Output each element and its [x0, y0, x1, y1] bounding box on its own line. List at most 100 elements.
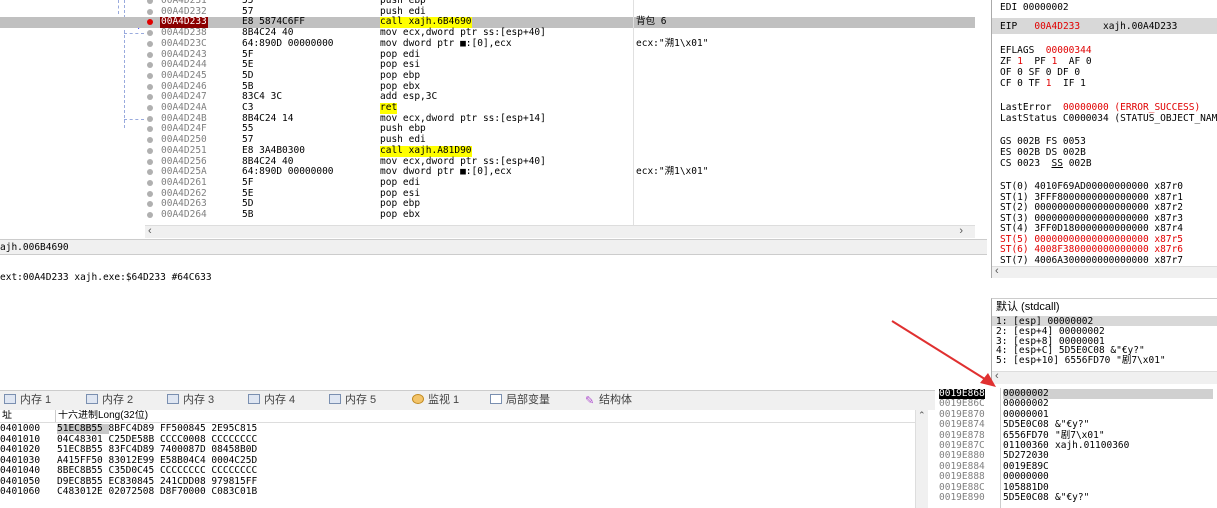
registers-panel[interactable]: EDI 00000002 EIP 00A4D233 xajh.00A4D233 …	[991, 0, 1217, 278]
breakpoint-dot-icon[interactable]	[147, 190, 153, 197]
reg-laststatus[interactable]: LastStatus C0000034 (STATUS_OBJECT_NAME_…	[1000, 113, 1217, 124]
dump-hex[interactable]: A415FF50 83012E99 E58B04C4 0004C25D	[57, 455, 257, 466]
breakpoint-dot-icon[interactable]	[147, 115, 153, 122]
dump-address[interactable]: 0401040	[0, 466, 40, 476]
breakpoint-dot-icon[interactable]	[147, 62, 153, 69]
dump-hex[interactable]: D9EC8B55 EC830845 241CDD08 979815FF	[57, 476, 257, 487]
reg-seg-row2[interactable]: ES 002B DS 002B	[1000, 147, 1086, 158]
reg-flags-row3[interactable]: CF 0 TF 1 IF 1	[1000, 78, 1086, 89]
breakpoint-dot-icon[interactable]	[147, 83, 153, 90]
breakpoint-dot-icon[interactable]	[147, 105, 153, 111]
disasm-row[interactable]: 00A4D244 5E pop esi	[0, 59, 975, 71]
breakpoint-dot-icon[interactable]	[147, 8, 153, 15]
dump-address[interactable]: 0401030	[0, 455, 40, 466]
stack-address[interactable]: 0019E890	[939, 493, 985, 503]
dump-address[interactable]: 0401060	[0, 487, 40, 497]
dump-hex[interactable]: C483012E 02072508 D8F70000 C083C01B	[57, 487, 257, 497]
breakpoint-dot-icon[interactable]	[147, 147, 153, 154]
args-hscrollbar[interactable]: ‹	[992, 370, 1217, 384]
tab-memory-2[interactable]: 内存 2	[86, 393, 133, 408]
tab-memory-5[interactable]: 内存 5	[329, 393, 376, 408]
dump-hex[interactable]: 04C48301 C25DE58B CCCC0008 CCCCCCCC	[57, 434, 257, 445]
dump-hex[interactable]: 51EC8B55 83FC4D89 7400087D 08458B0D	[57, 445, 257, 455]
disasm-hscrollbar[interactable]: ‹ ›	[145, 225, 975, 238]
breakpoint-dot-icon[interactable]	[147, 72, 153, 79]
breakpoint-dot-icon[interactable]	[147, 179, 153, 186]
disasm-row[interactable]: 00A4D250 57 push edi	[0, 134, 975, 146]
disasm-row[interactable]: 00A4D232 57 push edi	[0, 6, 975, 18]
breakpoint-dot-icon[interactable]	[147, 51, 153, 58]
fpu-register[interactable]: ST(4) 3FF0D180000000000000 x87r4	[1000, 223, 1183, 234]
reg-lasterror[interactable]: LastError 00000000 (ERROR_SUCCESS)	[1000, 102, 1200, 113]
tab-memory-4[interactable]: 内存 4	[248, 393, 295, 408]
disasm-row[interactable]: 00A4D24F 55 push ebp	[0, 124, 975, 135]
dump-address[interactable]: 0401020	[0, 445, 40, 455]
dump-address[interactable]: 0401010	[0, 434, 40, 445]
disasm-row[interactable]: 00A4D24B 8B4C24 14 mov ecx,dword ptr ss:[e…	[0, 113, 975, 125]
disasm-row[interactable]: 00A4D25A 64:890D 00000000 mov dword ptr ■:…	[0, 166, 975, 178]
fpu-register[interactable]: ST(6) 4008F380000000000000 x87r6	[1000, 244, 1183, 255]
tab-memory-3[interactable]: 内存 3	[167, 393, 214, 408]
breakpoint-dot-icon[interactable]	[147, 158, 153, 165]
stack-address[interactable]: 0019E874	[939, 420, 985, 430]
breakpoint-dot-icon[interactable]	[147, 19, 153, 26]
breakpoint-dot-icon[interactable]	[147, 126, 153, 133]
disasm-row[interactable]: 00A4D246 5B pop ebx	[0, 81, 975, 93]
tab-struct[interactable]: ✎ 结构体	[585, 393, 632, 408]
disasm-row[interactable]: 00A4D231 55 push ebp	[0, 0, 975, 7]
fpu-register[interactable]: ST(5) 00000000000000000000 x87r5	[1000, 234, 1183, 245]
breakpoint-dot-icon[interactable]	[147, 30, 153, 37]
stack-address[interactable]: 0019E86C	[939, 399, 985, 409]
reg-flags-row1[interactable]: ZF 1 PF 1 AF 0	[1000, 56, 1092, 67]
stack-value[interactable]: 5D5E0C08	[1003, 493, 1049, 503]
disasm-row[interactable]: 00A4D251 E8 3A4B0300 call xajh.A81D90	[0, 145, 975, 157]
disasm-row[interactable]: 00A4D262 5E pop esi	[0, 188, 975, 200]
disassembly-view[interactable]: P 00A4D23155push ebp00A4D23257push edi00…	[0, 0, 975, 238]
scroll-up-icon[interactable]: ⌃	[918, 410, 926, 421]
dump-vscrollbar[interactable]: ⌃	[915, 410, 928, 508]
fpu-register[interactable]: ST(0) 4010F69AD00000000000 x87r0	[1000, 181, 1183, 192]
breakpoint-dot-icon[interactable]	[147, 201, 153, 208]
dump-address[interactable]: 0401000	[0, 424, 40, 434]
stack-value[interactable]: 5D5E0C08	[1003, 420, 1049, 430]
dump-hex[interactable]: 51EC8B55 8BFC4D89 FF500845 2E95C815	[57, 424, 258, 434]
stack-value[interactable]: 00000002	[1003, 399, 1049, 409]
disasm-row[interactable]: 00A4D263 5D pop ebp	[0, 199, 975, 210]
reg-eflags[interactable]: EFLAGS 00000344	[1000, 45, 1092, 56]
tab-watch-1[interactable]: 监视 1	[412, 393, 459, 408]
tab-locals[interactable]: 局部变量	[490, 393, 550, 408]
disasm-row[interactable]: 00A4D261 5F pop edi	[0, 177, 975, 189]
reg-seg-row3[interactable]: CS 0023 SS 002B	[1000, 158, 1092, 169]
dump-hex[interactable]: 8BEC8B55 C35D0C45 CCCCCCCC CCCCCCCC	[57, 466, 257, 476]
disasm-row[interactable]: 00A4D264 5B pop ebx	[0, 209, 975, 221]
reg-flags-row2[interactable]: OF 0 SF 0 DF 0	[1000, 67, 1080, 78]
scroll-right-icon[interactable]: ›	[959, 225, 963, 237]
fpu-register[interactable]: ST(7) 4006A300000000000000 x87r7	[1000, 255, 1183, 266]
call-argument[interactable]: 5: [esp+10] 6556FD70 "剧7\x01"	[996, 356, 1166, 366]
breakpoint-dot-icon[interactable]	[147, 212, 153, 218]
disasm-row[interactable]: 00A4D245 5D pop ebp	[0, 70, 975, 82]
breakpoint-dot-icon[interactable]	[147, 40, 153, 47]
stack-view[interactable]: 0019E868 00000002 0019E86C 00000002 0019E870…	[937, 388, 1217, 508]
disasm-row[interactable]: 00A4D247 83C4 3C add esp,3C	[0, 92, 975, 103]
stack-address[interactable]: 0019E888	[939, 472, 985, 482]
regs-hscrollbar[interactable]: ‹	[992, 265, 1217, 278]
disasm-row[interactable]: 00A4D23C 64:890D 00000000 mov dword ptr ■:…	[0, 38, 975, 50]
reg-eip[interactable]: EIP 00A4D233 xajh.00A4D233	[1000, 21, 1177, 32]
tab-memory-1[interactable]: 内存 1	[4, 393, 51, 408]
fpu-register[interactable]: ST(2) 00000000000000000000 x87r2	[1000, 202, 1183, 213]
scroll-left-icon[interactable]: ‹	[148, 225, 152, 237]
fpu-register[interactable]: ST(3) 00000000000000000000 x87r3	[1000, 213, 1183, 224]
reg-seg-row1[interactable]: GS 002B FS 0053	[1000, 136, 1086, 147]
breakpoint-dot-icon[interactable]	[147, 94, 153, 101]
dump-address[interactable]: 0401050	[0, 476, 40, 487]
scroll-left-icon[interactable]: ‹	[995, 265, 999, 277]
stack-value[interactable]: 5D272030	[1003, 451, 1049, 461]
breakpoint-dot-icon[interactable]	[147, 0, 153, 4]
breakpoint-dot-icon[interactable]	[147, 169, 153, 176]
stack-value[interactable]: 00000000	[1003, 472, 1049, 482]
fpu-register[interactable]: ST(1) 3FFF8000000000000000 x87r1	[1000, 192, 1183, 203]
breakpoint-dot-icon[interactable]	[147, 137, 153, 144]
calling-convention[interactable]: 默认 (stdcall)	[996, 302, 1060, 313]
call-arguments-panel[interactable]: 默认 (stdcall) 1: [esp] 00000002 2: [esp+4]…	[991, 298, 1217, 384]
